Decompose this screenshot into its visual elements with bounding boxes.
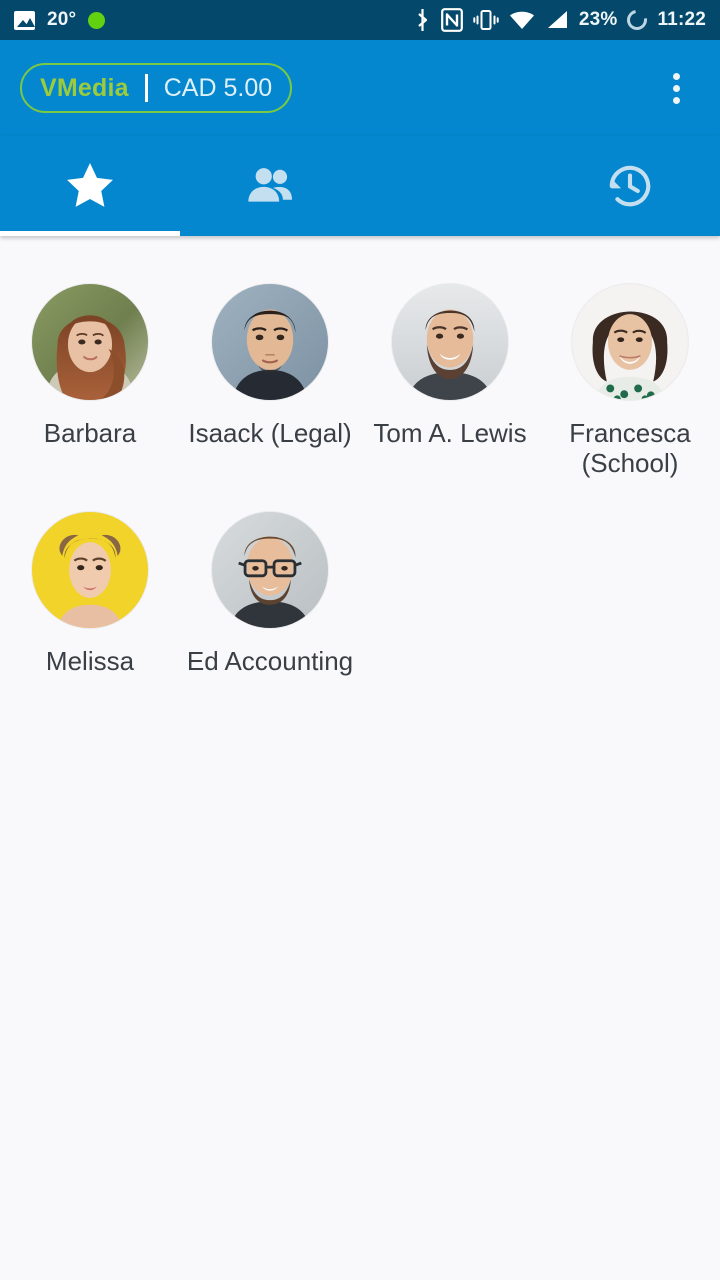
wifi-icon xyxy=(509,11,534,29)
photo-icon xyxy=(14,10,35,30)
favorite-name: Francesca (School) xyxy=(569,418,691,478)
bluetooth-icon xyxy=(418,9,427,31)
people-icon xyxy=(248,168,293,202)
avatar-image xyxy=(392,284,508,400)
avatar-image xyxy=(32,284,148,400)
avatar-image xyxy=(212,284,328,400)
favorites-grid: Barbara Isaack (Legal) Tom A. Lewis Fran… xyxy=(0,284,720,676)
avatar-image xyxy=(212,512,328,628)
green-dot-icon xyxy=(88,11,106,29)
tab-bar xyxy=(0,136,720,236)
tab-contacts[interactable] xyxy=(180,136,360,236)
history-icon xyxy=(609,165,651,207)
overflow-menu-icon[interactable] xyxy=(652,64,700,112)
tab-dialpad[interactable] xyxy=(360,136,540,236)
avatar-image xyxy=(572,284,688,400)
cellular-signal-icon xyxy=(547,11,567,28)
favorite-name: Ed Accounting xyxy=(186,646,354,676)
pill-divider xyxy=(144,74,148,102)
favorite-contact[interactable]: Tom A. Lewis xyxy=(360,284,540,478)
favorite-contact[interactable]: Ed Accounting xyxy=(180,512,360,676)
avatar[interactable] xyxy=(212,284,328,400)
battery-ring-icon xyxy=(623,6,652,34)
avatar[interactable] xyxy=(572,284,688,400)
overflow-dot xyxy=(672,72,680,80)
temperature-label: 20° xyxy=(47,9,77,30)
star-icon xyxy=(67,163,113,207)
nfc-icon xyxy=(440,8,463,32)
clock-label: 11:22 xyxy=(657,9,706,30)
status-bar-left: 20° xyxy=(14,9,106,31)
favorite-contact[interactable]: Isaack (Legal) xyxy=(180,284,360,478)
favorite-name: Isaack (Legal) xyxy=(188,418,352,448)
balance-label: CAD 5.00 xyxy=(163,73,273,102)
status-bar-right: 23% 11:22 xyxy=(414,6,706,34)
tab-favorites[interactable] xyxy=(0,136,180,236)
battery-percent-label: 23% xyxy=(578,9,618,30)
tab-recents[interactable] xyxy=(540,136,720,236)
overflow-dot xyxy=(672,96,680,104)
vibrate-icon xyxy=(473,10,499,30)
favorite-name: Barbara xyxy=(43,418,137,448)
overflow-dot xyxy=(672,84,680,92)
app-bar: VMedia CAD 5.00 xyxy=(0,40,720,136)
avatar[interactable] xyxy=(32,512,148,628)
status-bar: 20° 23% 11:22 xyxy=(0,0,720,40)
avatar[interactable] xyxy=(392,284,508,400)
favorites-content: Barbara Isaack (Legal) Tom A. Lewis Fran… xyxy=(0,236,720,676)
avatar-image xyxy=(32,512,148,628)
avatar[interactable] xyxy=(32,284,148,400)
favorite-name: Tom A. Lewis xyxy=(373,418,527,448)
tab-active-indicator xyxy=(0,231,180,236)
avatar[interactable] xyxy=(212,512,328,628)
favorite-contact[interactable]: Melissa xyxy=(0,512,180,676)
balance-pill[interactable]: VMedia CAD 5.00 xyxy=(20,63,293,113)
dialpad-icon xyxy=(443,176,457,197)
favorite-contact[interactable]: Barbara xyxy=(0,284,180,478)
favorite-contact[interactable]: Francesca (School) xyxy=(540,284,720,478)
favorite-name: Melissa xyxy=(45,646,135,676)
brand-label: VMedia xyxy=(40,73,129,102)
